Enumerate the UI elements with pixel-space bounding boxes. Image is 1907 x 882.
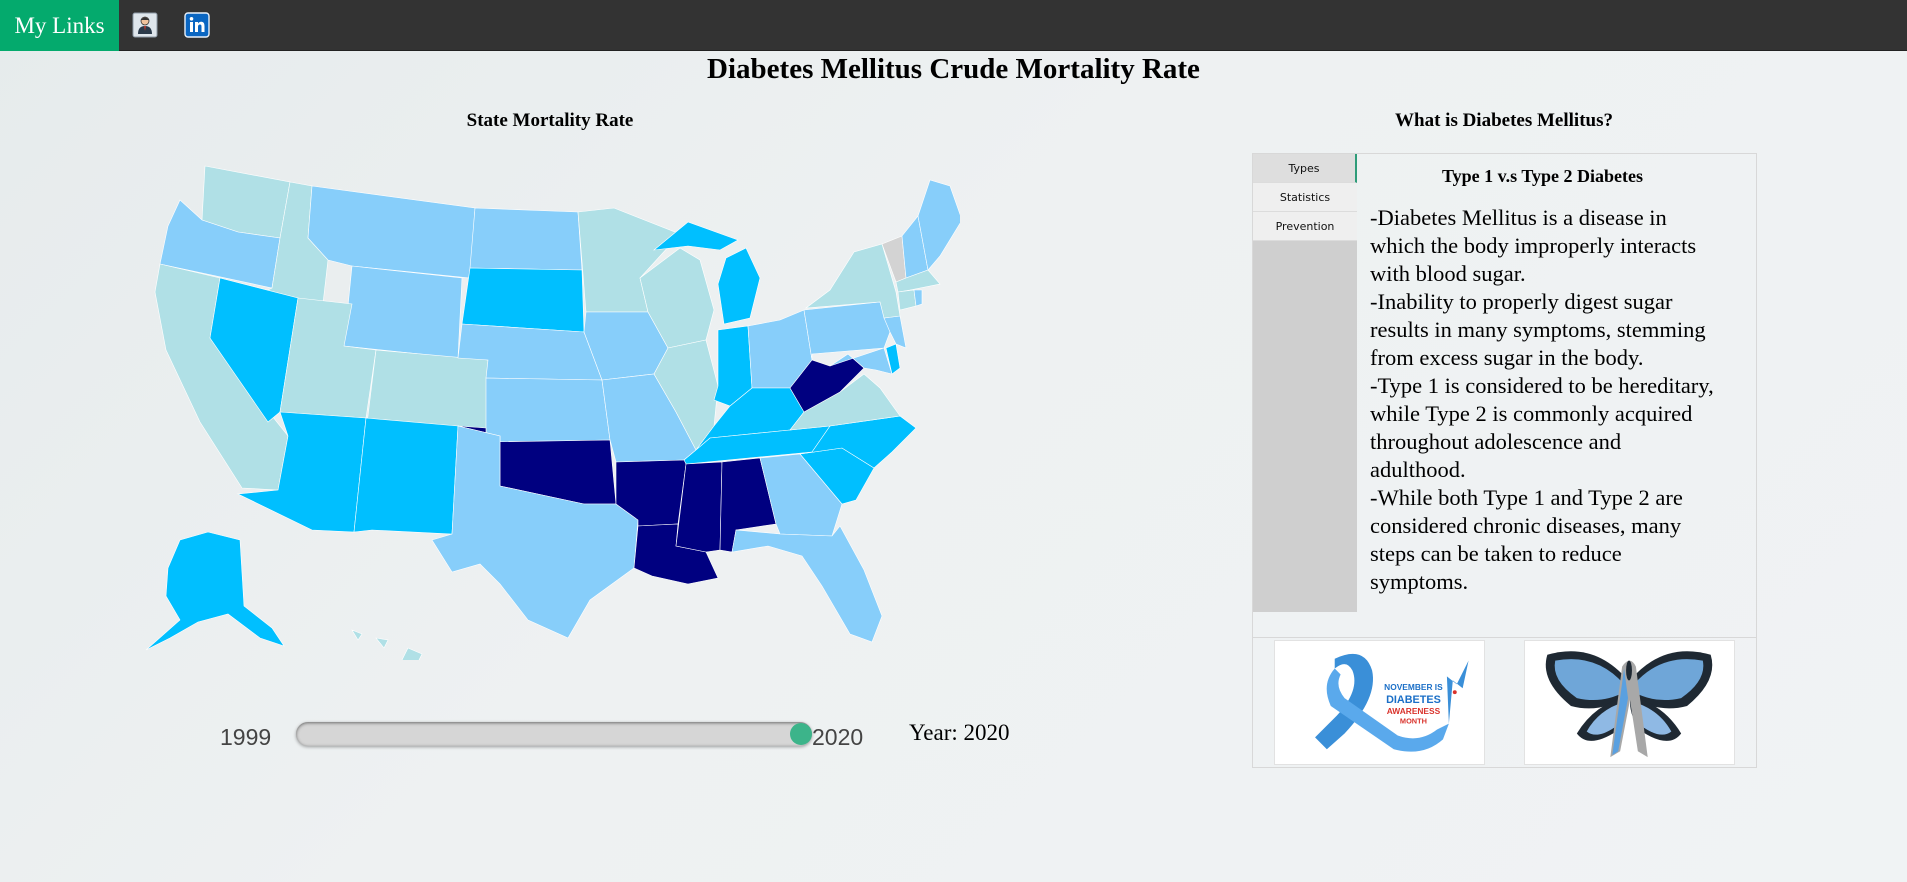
us-choropleth-map [140, 160, 960, 660]
map-title: State Mortality Rate [466, 110, 634, 131]
top-navbar: My Links [0, 0, 1907, 51]
tab-paragraph: -Inability to properly digest sugar resu… [1370, 289, 1706, 370]
tab-content: Type 1 v.s Type 2 Diabetes -Diabetes Mel… [1370, 154, 1750, 636]
state-alaska[interactable] [145, 531, 285, 651]
slider-max-label: 2020 [812, 724, 864, 750]
state-florida[interactable] [731, 525, 883, 643]
awareness-images: NOVEMBER IS DIABETES AWARENESS MONTH [1252, 638, 1757, 768]
us-map-svg [145, 165, 960, 660]
state-kansas[interactable] [485, 377, 611, 443]
tab-paragraph: -Diabetes Mellitus is a disease in which… [1370, 205, 1697, 286]
tab-heading: Type 1 v.s Type 2 Diabetes [1441, 166, 1643, 186]
tab-statistics[interactable]: Statistics [1253, 183, 1357, 212]
info-title: What is Diabetes Mellitus? [1395, 110, 1613, 131]
state-michigan[interactable] [717, 247, 761, 325]
state-north-dakota[interactable] [469, 207, 583, 271]
resume-icon[interactable] [132, 12, 158, 38]
state-south-dakota[interactable] [461, 267, 585, 333]
tab-body: -Diabetes Mellitus is a disease in which… [1370, 204, 1720, 596]
state-connecticut[interactable] [897, 289, 917, 311]
tab-types[interactable]: Types [1253, 154, 1357, 183]
my-links-link[interactable]: My Links [0, 0, 119, 51]
tab-list: Types Statistics Prevention [1253, 154, 1357, 612]
ribbon-line3: AWARENESS [1387, 706, 1441, 716]
tab-paragraph: -Type 1 is considered to be hereditary, … [1370, 373, 1714, 482]
info-tab-panel: Types Statistics Prevention Type 1 v.s T… [1252, 153, 1757, 638]
state-wyoming[interactable] [343, 265, 463, 359]
butterfly-ribbon-image [1524, 640, 1735, 765]
tab-prevention[interactable]: Prevention [1253, 212, 1357, 241]
year-slider-thumb[interactable] [790, 723, 812, 745]
ribbon-line1: NOVEMBER IS [1384, 682, 1443, 692]
ribbon-line2: DIABETES [1386, 694, 1441, 706]
year-slider[interactable] [296, 722, 812, 746]
ribbon-line4: MONTH [1400, 717, 1427, 726]
state-hawaii[interactable] [351, 629, 423, 660]
tab-paragraph: -While both Type 1 and Type 2 are consid… [1370, 485, 1683, 594]
awareness-ribbon-image: NOVEMBER IS DIABETES AWARENESS MONTH [1274, 640, 1485, 765]
slider-min-label: 1999 [220, 724, 272, 750]
page-title: Diabetes Mellitus Crude Mortality Rate [707, 53, 1200, 85]
state-montana[interactable] [307, 185, 476, 279]
linkedin-icon[interactable] [184, 12, 210, 38]
selected-year-label: Year: 2020 [909, 720, 1010, 745]
state-new-mexico[interactable] [353, 417, 459, 535]
